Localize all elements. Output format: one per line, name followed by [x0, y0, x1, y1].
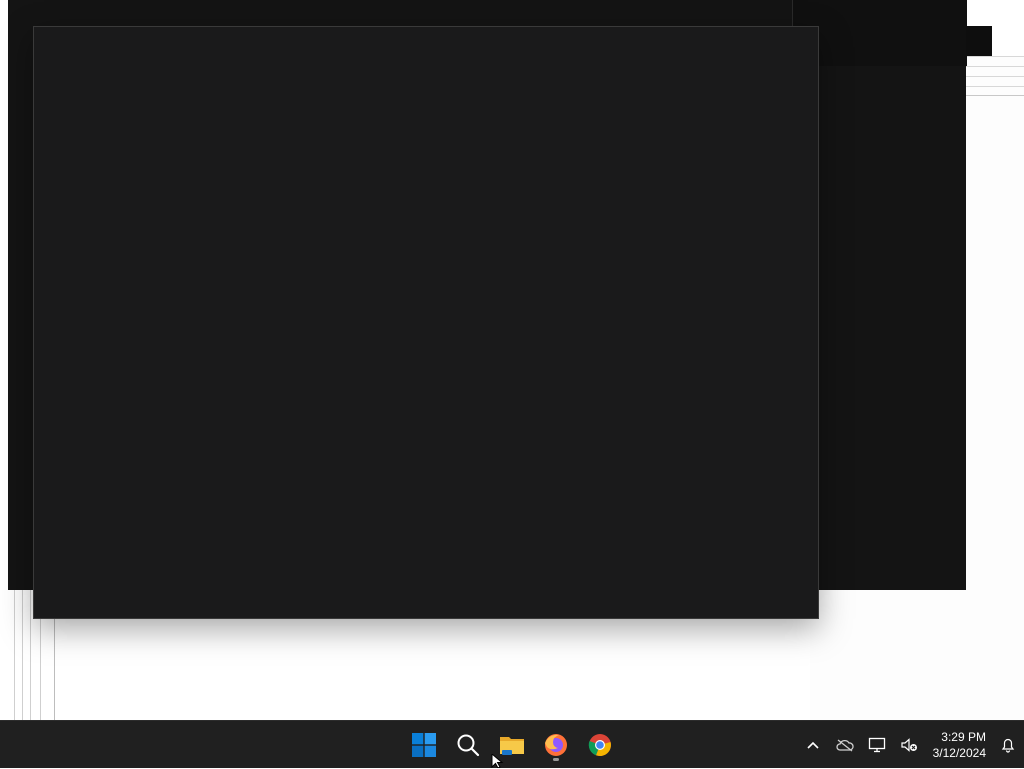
windows-logo-icon: [412, 733, 436, 757]
search-icon: [457, 734, 480, 757]
taskbar: 3:29 PM 3/12/2024: [0, 720, 1024, 768]
show-hidden-icons-button[interactable]: [797, 725, 829, 765]
chevron-up-icon: [807, 741, 819, 749]
desktop: [0, 0, 1024, 720]
clock-date: 3/12/2024: [932, 746, 986, 760]
clock-time: 3:29 PM: [941, 730, 986, 744]
taskbar-apps: [402, 721, 622, 769]
mouse-cursor-icon: [491, 754, 504, 768]
firefox-button[interactable]: [534, 725, 578, 765]
network-icon: [868, 737, 885, 753]
search-button[interactable]: [446, 725, 490, 765]
notification-bell-icon: [1001, 738, 1015, 753]
volume-button[interactable]: [893, 725, 925, 765]
clock[interactable]: 3:29 PM 3/12/2024: [925, 729, 992, 761]
system-tray: 3:29 PM 3/12/2024: [797, 721, 1024, 769]
firefox-icon: [545, 734, 567, 756]
network-button[interactable]: [861, 725, 893, 765]
background-window-edge: [966, 26, 992, 56]
running-indicator: [553, 758, 559, 761]
volume-muted-icon: [901, 738, 917, 752]
onedrive-cloud-icon: [836, 739, 854, 752]
chrome-icon: [588, 734, 611, 757]
onedrive-button[interactable]: [829, 725, 861, 765]
notifications-button[interactable]: [992, 725, 1024, 765]
main-window[interactable]: [33, 26, 819, 619]
start-button[interactable]: [402, 725, 446, 765]
chrome-button[interactable]: [578, 725, 622, 765]
